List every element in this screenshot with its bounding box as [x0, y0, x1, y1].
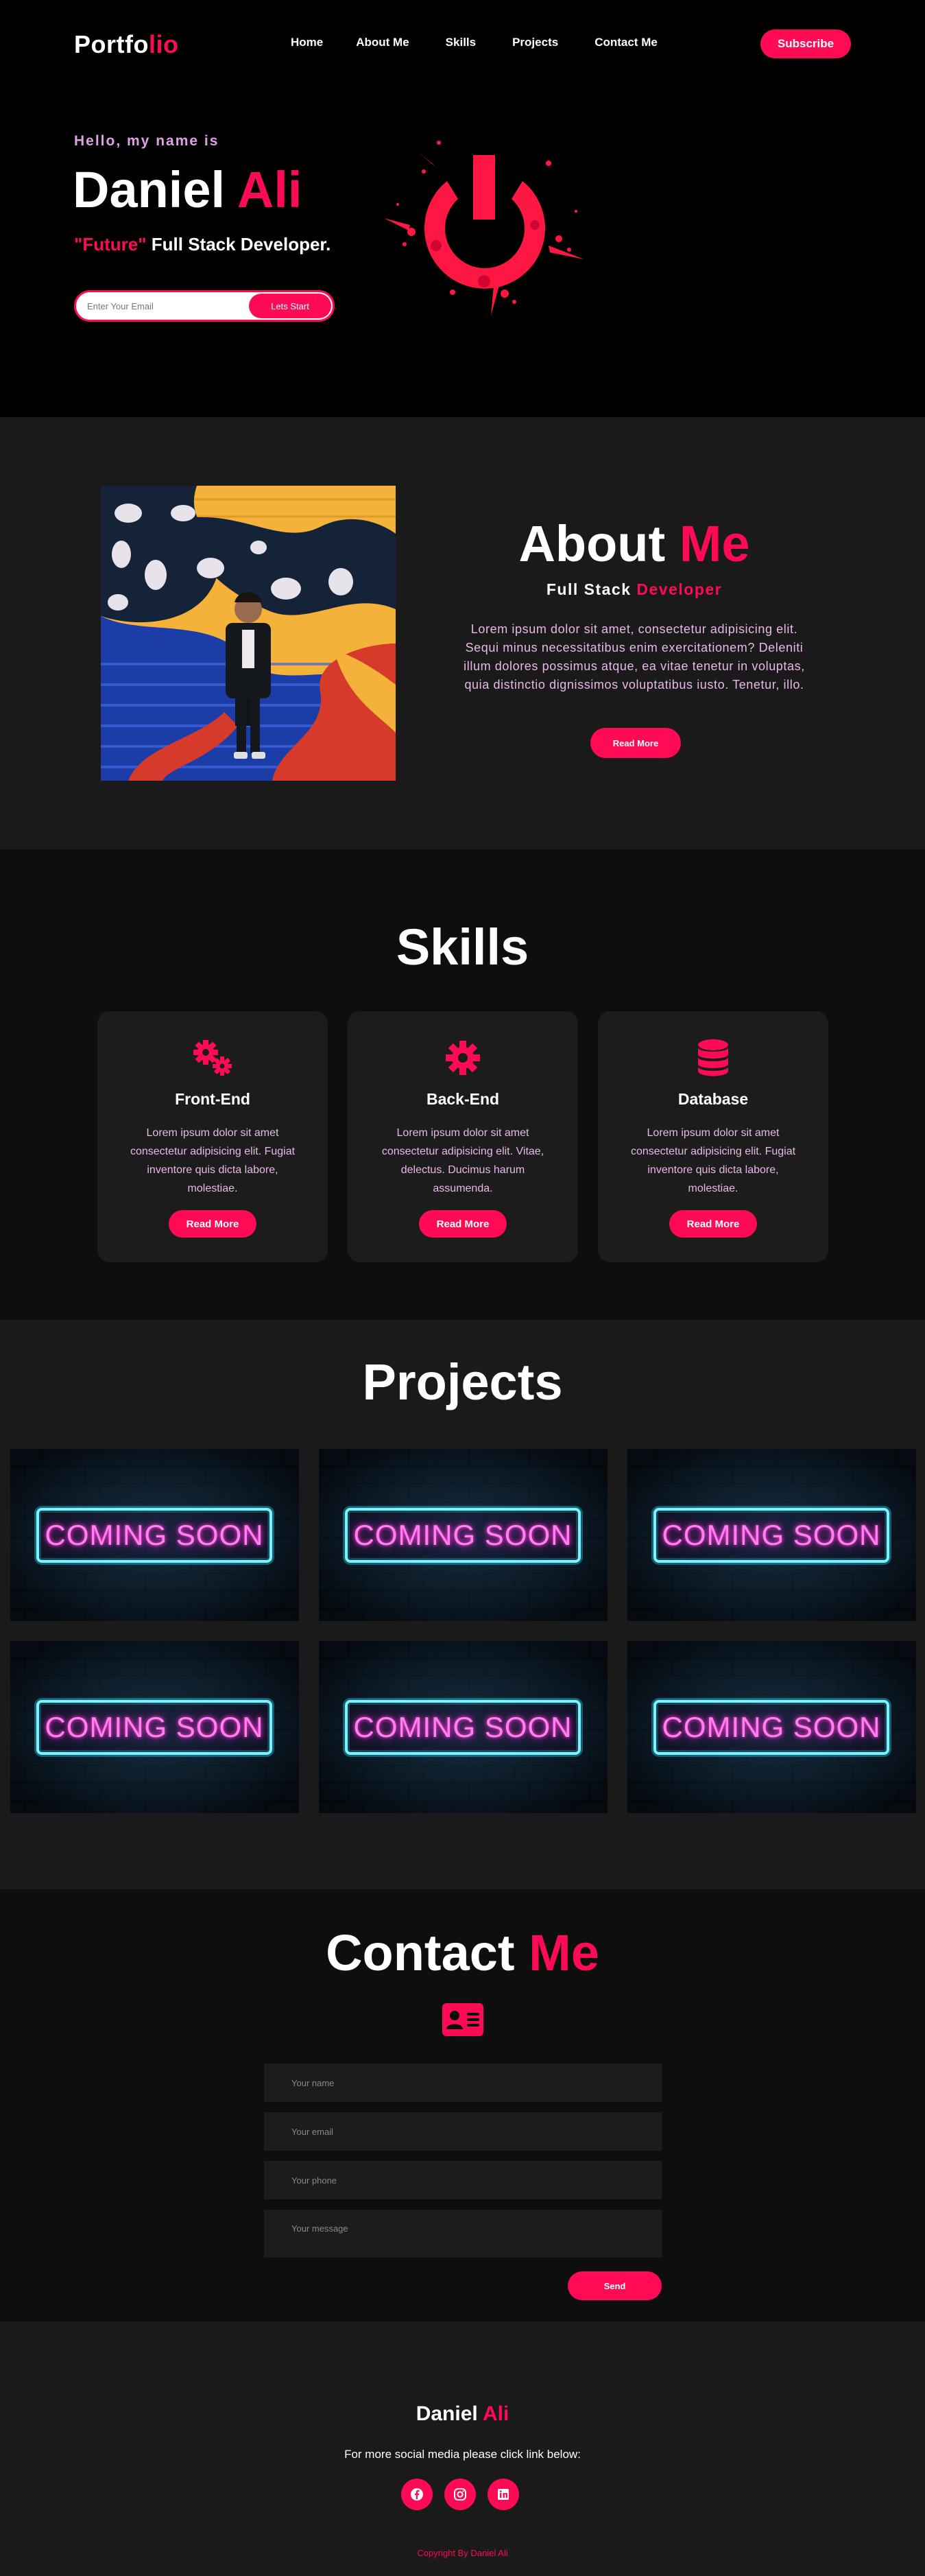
email-form: Lets Start: [74, 290, 335, 322]
hero-name: Daniel Ali: [73, 161, 302, 219]
skill-card-title: Front-End: [175, 1090, 250, 1108]
project-tile-label: COMING SOON: [662, 1711, 881, 1743]
project-tile[interactable]: COMING SOON: [319, 1641, 608, 1813]
logo[interactable]: Portfolio: [74, 30, 178, 59]
phone-field[interactable]: [264, 2161, 662, 2199]
skill-card-title: Back-End: [426, 1090, 500, 1108]
nav-projects[interactable]: Projects: [512, 36, 558, 49]
project-tile-label: COMING SOON: [45, 1519, 264, 1551]
name-field[interactable]: [264, 2064, 662, 2102]
footer-text: For more social media please click link …: [344, 2448, 581, 2461]
skill-card-backend: Back-End Lorem ipsum dolor sit amet cons…: [348, 1011, 578, 1262]
project-tile[interactable]: COMING SOON: [627, 1641, 916, 1813]
backend-read-more-button[interactable]: Read More: [419, 1210, 507, 1238]
gears-icon: [97, 1039, 328, 1077]
project-tile[interactable]: COMING SOON: [319, 1449, 608, 1621]
contact-section: Contact Me Send: [0, 1889, 925, 2321]
email-field[interactable]: [264, 2112, 662, 2151]
about-section: About Me Full Stack Developer Lorem ipsu…: [0, 417, 925, 849]
contact-card-icon: [442, 2003, 483, 2036]
project-tile[interactable]: COMING SOON: [10, 1449, 299, 1621]
hero-first-name: Daniel: [73, 161, 226, 218]
power-icon: [384, 141, 584, 316]
social-links: [401, 2479, 519, 2510]
project-tile-label: COMING SOON: [353, 1711, 573, 1743]
nav-menu: Home About Me Skills Projects Contact Me: [291, 36, 658, 49]
projects-title: Projects: [362, 1354, 563, 1410]
about-subtitle-accent: Developer: [636, 580, 723, 598]
linkedin-icon[interactable]: [488, 2479, 519, 2510]
subscribe-button[interactable]: Subscribe: [760, 29, 851, 58]
hero-greeting: Hello, my name is: [74, 133, 219, 149]
email-input[interactable]: [76, 300, 249, 311]
message-field[interactable]: [264, 2210, 662, 2258]
lets-start-button[interactable]: Lets Start: [249, 294, 331, 318]
skill-card-database: Database Lorem ipsum dolor sit amet cons…: [598, 1011, 828, 1262]
skill-card-text: Lorem ipsum dolor sit amet consectetur a…: [381, 1127, 544, 1194]
footer-name-accent: Ali: [482, 2402, 509, 2425]
hero-tagline: "Future" Full Stack Developer.: [74, 234, 331, 255]
hero-tag-rest: Full Stack Developer.: [146, 234, 331, 255]
about-text: Lorem ipsum dolor sit amet, consectetur …: [464, 622, 805, 692]
profile-photo: [101, 486, 396, 781]
database-icon: [598, 1039, 828, 1077]
database-read-more-button[interactable]: Read More: [669, 1210, 757, 1238]
project-tile-label: COMING SOON: [662, 1519, 881, 1551]
copyright-text: Copyright By Daniel Ali: [417, 2548, 508, 2558]
contact-title: Contact Me: [0, 1924, 925, 1982]
project-tile-label: COMING SOON: [353, 1519, 573, 1551]
skills-title: Skills: [396, 919, 529, 976]
navbar: Portfolio Home About Me Skills Projects …: [0, 0, 925, 89]
about-subtitle: Full Stack Developer: [453, 580, 816, 599]
nav-about[interactable]: About Me: [356, 36, 409, 49]
projects-section: Projects COMING SOON COMING SOON COMING SO…: [0, 1320, 925, 1889]
logo-accent-text: lio: [148, 30, 179, 58]
about-title: About Me: [453, 515, 816, 573]
nav-home[interactable]: Home: [291, 36, 323, 49]
hero-tag-accent: "Future": [74, 234, 147, 255]
skills-section: Skills Front-End Lorem ipsum dolor sit a…: [0, 849, 925, 1320]
about-read-more-button[interactable]: Read More: [590, 728, 681, 758]
logo-text: Portfo: [74, 30, 149, 58]
footer-name-main: Daniel: [416, 2402, 478, 2425]
footer: Daniel Ali For more social media please …: [0, 2321, 925, 2576]
nav-skills[interactable]: Skills: [446, 36, 476, 49]
facebook-icon[interactable]: [401, 2479, 433, 2510]
frontend-read-more-button[interactable]: Read More: [169, 1210, 256, 1238]
skill-card-frontend: Front-End Lorem ipsum dolor sit amet con…: [97, 1011, 328, 1262]
project-tile-label: COMING SOON: [45, 1711, 264, 1743]
hero-section: Portfolio Home About Me Skills Projects …: [0, 0, 925, 417]
gear-icon: [348, 1039, 578, 1077]
footer-name: Daniel Ali: [0, 2402, 925, 2426]
contact-title-accent: Me: [529, 1924, 599, 1981]
hero-last-name: Ali: [237, 161, 302, 218]
about-subtitle-main: Full Stack: [546, 580, 632, 598]
skill-card-text: Lorem ipsum dolor sit amet consectetur a…: [630, 1127, 796, 1194]
project-tile[interactable]: COMING SOON: [10, 1641, 299, 1813]
instagram-icon[interactable]: [444, 2479, 476, 2510]
nav-contact[interactable]: Contact Me: [594, 36, 658, 49]
project-tile[interactable]: COMING SOON: [627, 1449, 916, 1621]
about-title-accent: Me: [679, 515, 750, 572]
skill-card-title: Database: [677, 1090, 749, 1108]
skill-card-text: Lorem ipsum dolor sit amet consectetur a…: [130, 1127, 296, 1194]
contact-title-main: Contact: [326, 1924, 515, 1981]
send-button[interactable]: Send: [568, 2271, 662, 2300]
about-title-main: About: [518, 515, 666, 572]
